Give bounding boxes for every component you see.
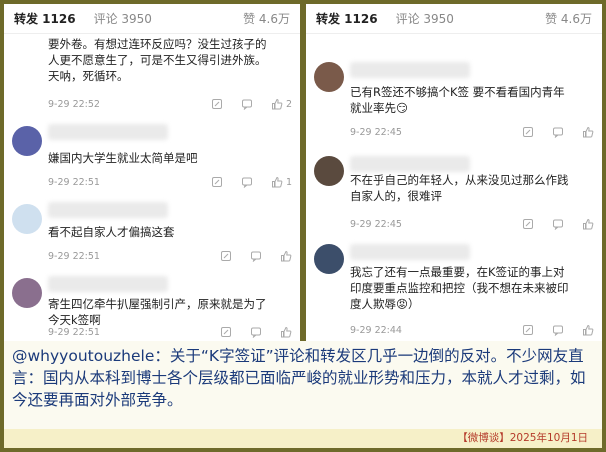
comment-text: 嫌国内大学生就业太简单是吧 xyxy=(48,151,198,165)
right-comment-panel: 转发 1126 评论 3950 赞 4.6万 已有R签还不够搞个K签 要不看看国… xyxy=(306,4,602,341)
like-icon[interactable] xyxy=(280,326,292,338)
repost-icon[interactable] xyxy=(522,218,534,230)
repost-icon[interactable] xyxy=(220,326,232,338)
comment-time: 9-29 22:52 xyxy=(48,98,100,110)
comment-time: 9-29 22:45 xyxy=(350,218,402,230)
comment-time: 9-29 22:45 xyxy=(350,126,402,138)
comment-time: 9-29 22:51 xyxy=(48,326,100,338)
panel-tab-bar: 转发 1126 评论 3950 赞 4.6万 xyxy=(4,4,300,34)
repost-icon[interactable] xyxy=(522,126,534,138)
comment-meta: 9-29 22:51 xyxy=(48,248,292,264)
tab-likes[interactable]: 赞 4.6万 xyxy=(545,10,592,27)
avatar[interactable] xyxy=(314,244,344,274)
comment-icon[interactable] xyxy=(552,218,564,230)
avatar[interactable] xyxy=(12,204,42,234)
comment-item: 嫌国内大学生就业太简单是吧 9-29 22:51 1 xyxy=(4,122,300,194)
comment-item: 寄生四亿牵牛扒屋强制引产，原来就是为了 今天k签啊 9-29 22:51 xyxy=(4,272,300,341)
comment-meta: 9-29 22:51 xyxy=(48,324,292,340)
comment-text: 看不起自家人才偏搞这套 xyxy=(48,225,175,239)
repost-icon[interactable] xyxy=(211,98,223,110)
like-count: 2 xyxy=(285,98,292,110)
tab-reposts[interactable]: 转发 1126 xyxy=(316,10,378,27)
username-redacted xyxy=(48,124,168,140)
username-redacted xyxy=(350,62,470,78)
comment-meta: 9-29 22:44 xyxy=(350,322,594,338)
comment-meta: 9-29 22:45 xyxy=(350,216,594,232)
comment-item: 已有R签还不够搞个K签 要不看看国内青年 就业率先😏 9-29 22:45 xyxy=(306,56,602,146)
username-redacted xyxy=(48,202,168,218)
tab-comments[interactable]: 评论 3950 xyxy=(94,10,152,27)
comment-text: 我忘了还有一点最重要，在K签证的事上对 印度要重点监控和把控（我不想在未来被印 … xyxy=(350,265,569,311)
comment-item: 不在乎自己的年轻人，从来没见过那么作践 自家人的，很难评 9-29 22:45 xyxy=(306,150,602,236)
like-icon[interactable] xyxy=(271,176,283,188)
comment-item: 我忘了还有一点最重要，在K签证的事上对 印度要重点监控和把控（我不想在未来被印 … xyxy=(306,238,602,341)
avatar[interactable] xyxy=(314,156,344,186)
comment-icon[interactable] xyxy=(250,326,262,338)
comment-time: 9-29 22:51 xyxy=(48,176,100,188)
comment-time: 9-29 22:51 xyxy=(48,250,100,262)
username-redacted xyxy=(350,244,470,260)
comment-icon[interactable] xyxy=(241,98,253,110)
avatar[interactable] xyxy=(314,62,344,92)
repost-icon[interactable] xyxy=(211,176,223,188)
like-icon[interactable] xyxy=(582,324,594,336)
caption-text: @whyyoutouzhele：关于“K字签证”评论和转发区几乎一边倒的反对。不… xyxy=(4,341,602,429)
comment-item: 要外卷。有想过连环反应吗？没生过孩子的 人更不愿意生了，可是不生又得引进外族。 … xyxy=(4,34,300,116)
tab-reposts[interactable]: 转发 1126 xyxy=(14,10,76,27)
comment-icon[interactable] xyxy=(552,126,564,138)
comment-icon[interactable] xyxy=(552,324,564,336)
username-redacted xyxy=(350,156,470,172)
like-count: 1 xyxy=(285,176,292,188)
like-icon[interactable] xyxy=(280,250,292,262)
tab-comments[interactable]: 评论 3950 xyxy=(396,10,454,27)
like-icon[interactable] xyxy=(271,98,283,110)
comment-text: 要外卷。有想过连环反应吗？没生过孩子的 人更不愿意生了，可是不生又得引进外族。 … xyxy=(48,37,267,83)
like-icon[interactable] xyxy=(582,218,594,230)
comment-icon[interactable] xyxy=(241,176,253,188)
comment-meta: 9-29 22:52 2 xyxy=(48,96,292,112)
comment-icon[interactable] xyxy=(250,250,262,262)
tab-likes[interactable]: 赞 4.6万 xyxy=(243,10,290,27)
panel-tab-bar: 转发 1126 评论 3950 赞 4.6万 xyxy=(306,4,602,34)
username-redacted xyxy=(48,276,168,292)
like-icon[interactable] xyxy=(582,126,594,138)
avatar[interactable] xyxy=(12,278,42,308)
comment-meta: 9-29 22:45 xyxy=(350,124,594,140)
comment-text: 不在乎自己的年轻人，从来没见过那么作践 自家人的，很难评 xyxy=(350,173,569,203)
left-comment-panel: 转发 1126 评论 3950 赞 4.6万 要外卷。有想过连环反应吗？没生过孩… xyxy=(4,4,300,341)
comment-time: 9-29 22:44 xyxy=(350,324,402,336)
avatar[interactable] xyxy=(12,126,42,156)
comment-item: 看不起自家人才偏搞这套 9-29 22:51 xyxy=(4,198,300,270)
comment-text: 已有R签还不够搞个K签 要不看看国内青年 就业率先😏 xyxy=(350,85,565,115)
source-footer: 【微博谈】2025年10月1日 xyxy=(4,429,602,448)
comment-meta: 9-29 22:51 1 xyxy=(48,174,292,190)
repost-icon[interactable] xyxy=(220,250,232,262)
repost-icon[interactable] xyxy=(522,324,534,336)
